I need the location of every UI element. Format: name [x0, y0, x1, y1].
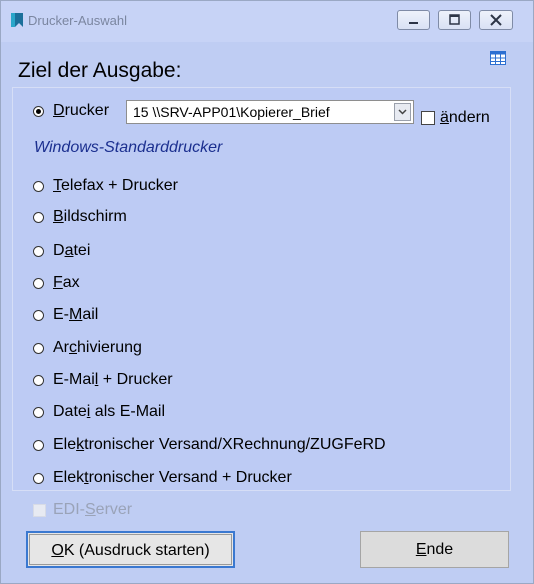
option-email-printer[interactable]: E-Mail + Drucker [53, 371, 173, 389]
print-dialog: Drucker-Auswahl Ziel der Ausgabe: Drucke… [0, 0, 534, 584]
option-electronic-printer[interactable]: Elektronischer Versand + Drucker [53, 469, 292, 487]
option-telefax-printer[interactable]: Telefax + Drucker [53, 177, 178, 195]
radio-archiving[interactable] [33, 343, 44, 354]
bookmark-icon [11, 13, 23, 27]
option-file-as-email[interactable]: Datei als E-Mail [53, 403, 165, 421]
edi-server-checkbox [33, 504, 46, 517]
maximize-icon [449, 14, 460, 25]
option-screen[interactable]: Bildschirm [53, 208, 127, 226]
edi-server-label: EDI-Server [53, 501, 133, 518]
title-bar[interactable]: Drucker-Auswahl [1, 1, 533, 42]
radio-email-printer[interactable] [33, 375, 44, 386]
radio-printer[interactable] [33, 106, 44, 117]
maximize-button[interactable] [438, 10, 471, 30]
close-icon [490, 14, 502, 26]
page-title: Ziel der Ausgabe: [18, 59, 182, 82]
end-button-label: Ende [415, 541, 454, 558]
option-printer-label[interactable]: Drucker [53, 102, 109, 120]
option-fax[interactable]: Fax [53, 274, 80, 292]
option-file[interactable]: Datei [53, 242, 90, 260]
default-printer-hint: Windows-Standarddrucker [34, 139, 223, 156]
chevron-down-icon [398, 109, 407, 115]
option-archiving[interactable]: Archivierung [53, 339, 142, 357]
change-printer-checkbox[interactable] [421, 111, 435, 125]
radio-telefax-printer[interactable] [33, 181, 44, 192]
printer-select-value: 15 \\SRV-APP01\Kopierer_Brief [133, 104, 330, 120]
radio-file-as-email[interactable] [33, 407, 44, 418]
minimize-icon [409, 22, 418, 24]
printer-select[interactable]: 15 \\SRV-APP01\Kopierer_Brief [126, 100, 414, 124]
minimize-button[interactable] [397, 10, 430, 30]
radio-file[interactable] [33, 246, 44, 257]
radio-email[interactable] [33, 310, 44, 321]
radio-electronic-xrechnung[interactable] [33, 440, 44, 451]
ok-start-print-button[interactable]: OK (Ausdruck starten) [26, 531, 235, 568]
window-title: Drucker-Auswahl [28, 13, 127, 28]
option-electronic-xrechnung[interactable]: Elektronischer Versand/XRechnung/ZUGFeRD [53, 436, 386, 454]
option-email[interactable]: E-Mail [53, 306, 98, 324]
table-icon[interactable] [490, 51, 506, 65]
ok-button-label: OK (Ausdruck starten) [51, 542, 210, 559]
end-button[interactable]: Ende [360, 531, 509, 568]
radio-electronic-printer[interactable] [33, 473, 44, 484]
radio-screen[interactable] [33, 212, 44, 223]
change-printer-label[interactable]: ändern [440, 109, 490, 127]
select-dropdown-button[interactable] [394, 103, 411, 121]
close-button[interactable] [479, 10, 513, 30]
radio-fax[interactable] [33, 278, 44, 289]
